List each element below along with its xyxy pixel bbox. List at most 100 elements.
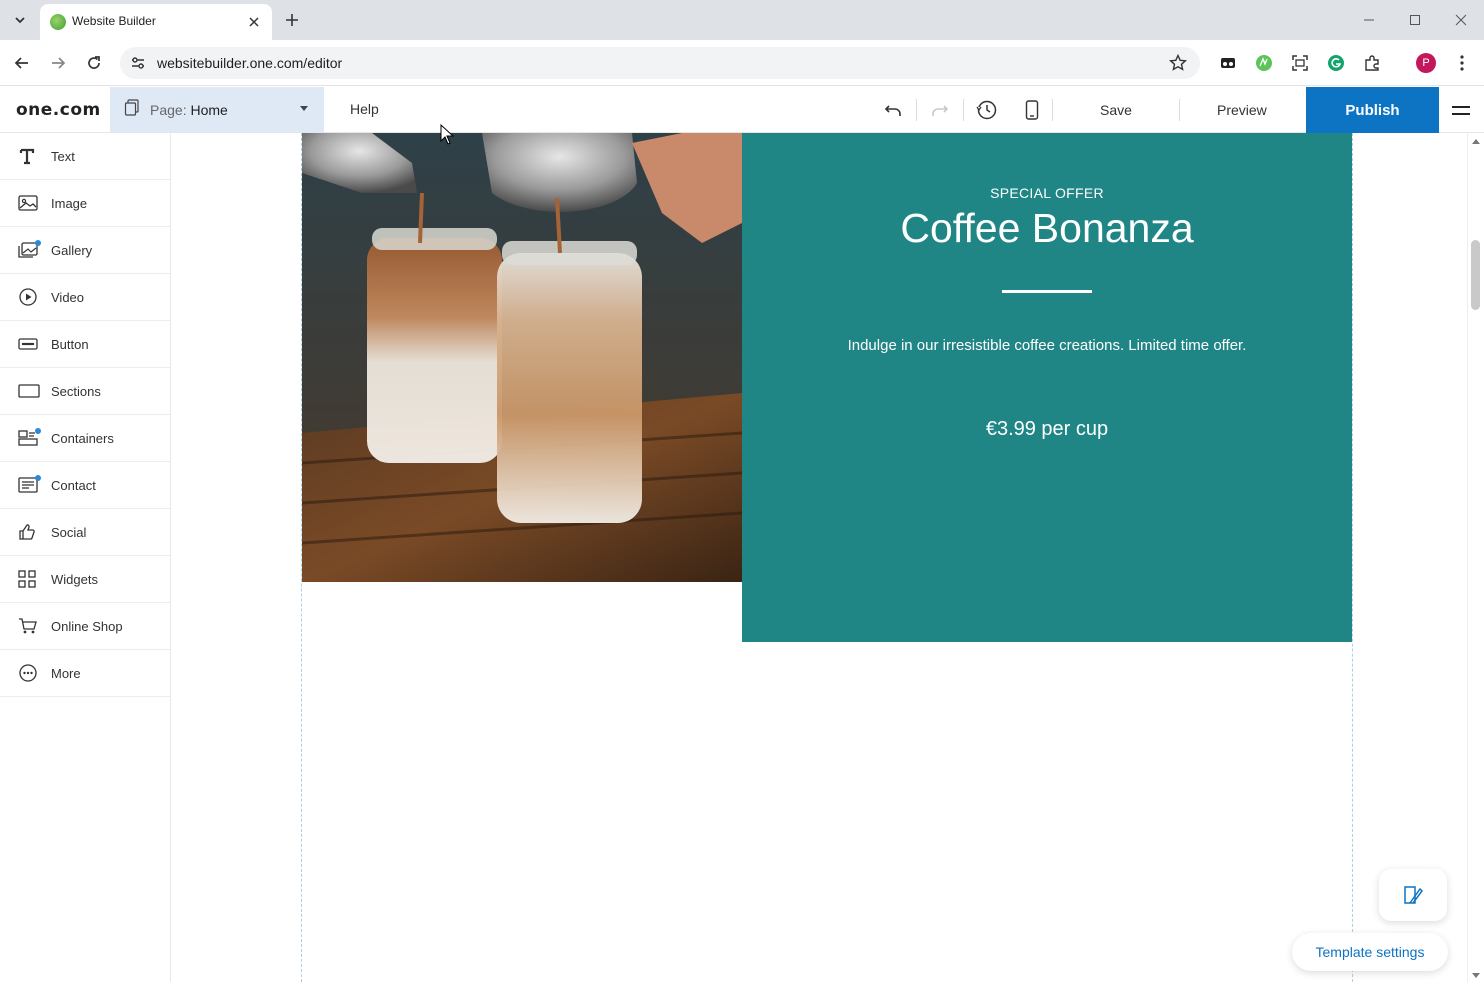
tab-close-button[interactable] (244, 12, 264, 32)
close-icon (249, 17, 259, 27)
extension-badge-icon (1256, 55, 1272, 71)
sidebar-item-label: Containers (51, 430, 114, 446)
bookmark-button[interactable] (1168, 53, 1188, 73)
editor-canvas[interactable]: SPECIAL OFFER Coffee Bonanza Indulge in … (171, 133, 1467, 982)
grammar-extension-button[interactable] (1325, 52, 1347, 74)
sidebar-item-label: More (51, 665, 81, 681)
sections-icon (18, 381, 42, 401)
gallery-icon (18, 240, 42, 260)
sidebar-item-label: Online Shop (51, 618, 123, 634)
sidebar-item-containers[interactable]: Containers (0, 415, 170, 462)
scroll-thumb[interactable] (1471, 240, 1480, 310)
toolbar-divider (1052, 99, 1053, 121)
help-link[interactable]: Help (350, 101, 379, 117)
hamburger-icon-line (1452, 112, 1470, 115)
special-offer-block[interactable]: SPECIAL OFFER Coffee Bonanza Indulge in … (742, 133, 1352, 642)
extension-button-2[interactable] (1253, 52, 1275, 74)
browser-tab-active[interactable]: Website Builder (40, 4, 272, 40)
scroll-up-arrow-icon[interactable] (1472, 139, 1480, 144)
sidebar-item-text[interactable]: Text (0, 133, 170, 180)
profile-avatar: P (1416, 53, 1436, 73)
reload-button[interactable] (82, 51, 106, 75)
sidebar-item-label: Gallery (51, 242, 93, 258)
forward-button[interactable] (46, 51, 70, 75)
save-button[interactable]: Save (1100, 102, 1132, 118)
sidebar-item-label: Widgets (51, 571, 98, 587)
widgets-icon (18, 569, 42, 589)
hamburger-icon (1452, 105, 1470, 108)
profile-button[interactable]: P (1415, 52, 1437, 74)
publish-button[interactable]: Publish (1306, 87, 1439, 133)
maximize-button[interactable] (1400, 6, 1430, 34)
arrow-right-icon (52, 57, 66, 69)
design-settings-button[interactable] (1379, 869, 1447, 921)
url-text[interactable]: websitebuilder.one.com/editor (157, 55, 342, 71)
button-icon (18, 334, 42, 354)
page-selector[interactable]: Page: Home (110, 87, 324, 132)
mouse-cursor-icon (440, 124, 454, 146)
offer-title[interactable]: Coffee Bonanza (742, 205, 1352, 252)
sidebar-item-video[interactable]: Video (0, 274, 170, 321)
site-favicon-icon (50, 14, 66, 30)
preview-button[interactable]: Preview (1217, 102, 1267, 118)
sidebar-item-button[interactable]: Button (0, 321, 170, 368)
sidebar-item-label: Text (51, 148, 75, 164)
scroll-down-arrow-icon[interactable] (1472, 973, 1480, 978)
screenshot-button[interactable] (1289, 52, 1311, 74)
minimize-button[interactable] (1354, 6, 1384, 34)
tab-title: Website Builder (72, 14, 156, 28)
template-settings-button[interactable]: Template settings (1292, 933, 1448, 971)
grammarly-icon (1328, 55, 1344, 71)
close-window-button[interactable] (1446, 6, 1476, 34)
site-info-button[interactable] (128, 53, 148, 73)
toolbar-divider (1179, 99, 1180, 121)
undo-icon (884, 105, 901, 116)
offer-kicker[interactable]: SPECIAL OFFER (742, 185, 1352, 201)
maximize-icon (1410, 15, 1420, 25)
address-bar[interactable]: websitebuilder.one.com/editor (120, 47, 1200, 79)
sidebar-item-sections[interactable]: Sections (0, 368, 170, 415)
image-icon (18, 193, 42, 213)
onecom-logo: one.com (16, 100, 101, 120)
mobile-view-button[interactable] (1020, 98, 1044, 122)
toolbar-divider (916, 99, 917, 121)
new-tab-button[interactable] (280, 8, 304, 32)
page-icon (124, 99, 140, 117)
more-icon (18, 663, 42, 683)
page-selector-label: Page: Home (150, 102, 228, 118)
chevron-down-icon (15, 17, 25, 24)
page-prefix: Page: (150, 102, 187, 118)
sidebar-item-image[interactable]: Image (0, 180, 170, 227)
star-icon (1169, 54, 1187, 71)
offer-price[interactable]: €3.99 per cup (742, 418, 1352, 441)
canvas-scrollbar[interactable] (1467, 133, 1484, 982)
mobile-icon (1025, 100, 1039, 120)
sidebar-item-more[interactable]: More (0, 650, 170, 697)
minimize-icon (1364, 19, 1374, 21)
coffee-jars-image[interactable] (302, 133, 742, 582)
tab-search-button[interactable] (7, 7, 33, 33)
sidebar-item-contact[interactable]: Contact (0, 462, 170, 509)
tune-icon (132, 57, 144, 69)
sidebar-item-online-shop[interactable]: Online Shop (0, 603, 170, 650)
sidebar-item-gallery[interactable]: Gallery (0, 227, 170, 274)
back-button[interactable] (10, 51, 34, 75)
extension-button-1[interactable] (1217, 52, 1239, 74)
editor-topbar: one.com Page: Home Help Save Preview Pub… (0, 87, 1484, 133)
new-badge-dot (35, 475, 41, 481)
screenshot-icon (1292, 55, 1308, 71)
browser-tabstrip: Website Builder (0, 0, 1484, 40)
browser-menu-button[interactable] (1451, 52, 1473, 74)
redo-button[interactable] (928, 98, 952, 122)
editor-menu-button[interactable] (1452, 101, 1470, 119)
caret-down-icon (300, 106, 308, 111)
design-brush-icon (1404, 886, 1423, 904)
sidebar-item-social[interactable]: Social (0, 509, 170, 556)
sidebar-item-label: Image (51, 195, 88, 211)
text-icon (18, 146, 42, 166)
offer-description[interactable]: Indulge in our irresistible coffee creat… (742, 337, 1352, 354)
history-button[interactable] (975, 98, 999, 122)
sidebar-item-widgets[interactable]: Widgets (0, 556, 170, 603)
extensions-button[interactable] (1361, 52, 1383, 74)
undo-button[interactable] (881, 98, 905, 122)
